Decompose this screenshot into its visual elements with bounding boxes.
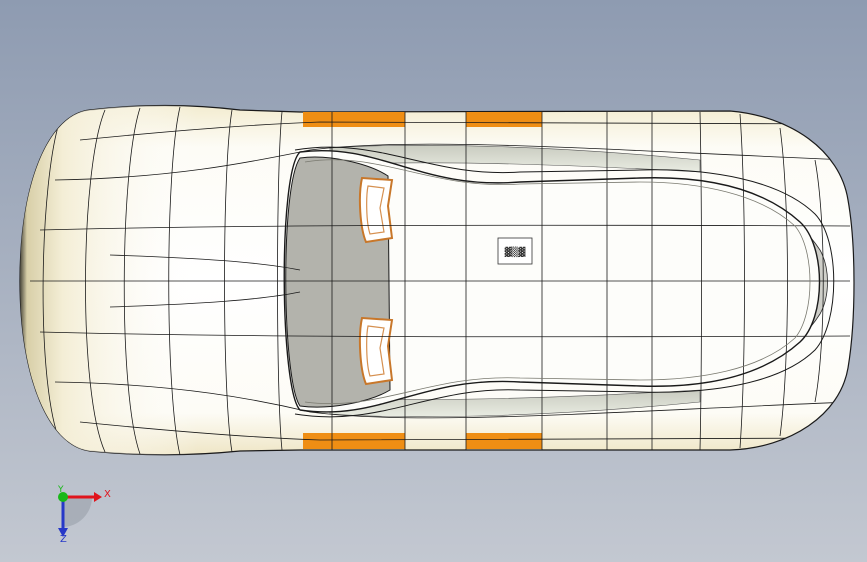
- y-axis-label: Y: [57, 485, 64, 495]
- orange-strip-top-right[interactable]: [466, 112, 542, 127]
- z-axis-label: Z: [60, 534, 67, 545]
- x-axis-label: X: [104, 489, 111, 500]
- orange-strip-bottom-right[interactable]: [466, 433, 542, 449]
- seat-left[interactable]: [358, 176, 394, 244]
- orange-strip-bottom-left[interactable]: [303, 433, 405, 449]
- cad-viewport[interactable]: ▓▒▓ X Y Z: [0, 0, 867, 562]
- seat-right[interactable]: [358, 316, 394, 386]
- car-model[interactable]: ▓▒▓: [18, 100, 855, 462]
- roof-decal-text: ▓▒▓: [505, 246, 526, 258]
- orange-strip-top-left[interactable]: [303, 112, 405, 127]
